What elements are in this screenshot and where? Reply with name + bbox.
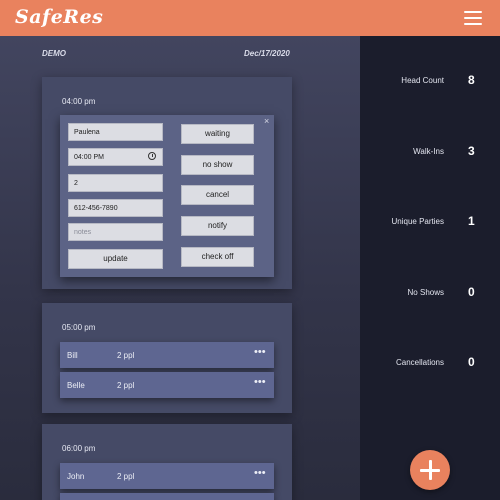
reservation-edit-form: × Paulena 04:00 PM 2 612-456-7890 notes …: [60, 115, 274, 277]
time-slot-card: 06:00 pm John 2 ppl •••: [42, 424, 292, 500]
more-options-icon[interactable]: •••: [254, 376, 266, 388]
reservation-name: Bill: [67, 351, 78, 360]
add-reservation-button[interactable]: [410, 450, 450, 490]
reservation-row[interactable]: Bill 2 ppl •••: [60, 342, 274, 368]
time-field-value: 04:00 PM: [74, 154, 104, 161]
phone-field[interactable]: 612-456-7890: [68, 199, 163, 217]
stat-value-unique-parties: 1: [468, 214, 475, 228]
notify-button[interactable]: notify: [181, 216, 254, 236]
notes-field[interactable]: notes: [68, 223, 163, 241]
no-show-button[interactable]: no show: [181, 155, 254, 175]
stat-label-no-shows: No Shows: [407, 288, 444, 297]
party-size: 2 ppl: [117, 351, 135, 360]
time-slot-card: 04:00 pm × Paulena 04:00 PM 2 612-456-78…: [42, 77, 292, 289]
stat-value-no-shows: 0: [468, 285, 475, 299]
clock-icon[interactable]: [148, 152, 156, 160]
check-off-button[interactable]: check off: [181, 247, 254, 267]
hamburger-menu-icon[interactable]: [464, 11, 482, 25]
reservation-row[interactable]: John 2 ppl •••: [60, 463, 274, 489]
party-size-field[interactable]: 2: [68, 174, 163, 192]
close-icon[interactable]: ×: [264, 116, 269, 126]
more-options-icon[interactable]: •••: [254, 346, 266, 358]
slot-time-label: 05:00 pm: [62, 323, 96, 332]
reservations-panel: DEMO Dec/17/2020 04:00 pm × Paulena 04:0…: [0, 36, 360, 500]
stat-value-cancellations: 0: [468, 355, 475, 369]
waiting-button[interactable]: waiting: [181, 124, 254, 144]
update-button[interactable]: update: [68, 249, 163, 269]
guest-name-field[interactable]: Paulena: [68, 123, 163, 141]
reservation-name: Belle: [67, 381, 85, 390]
stat-value-head-count: 8: [468, 73, 475, 87]
stat-label-head-count: Head Count: [401, 76, 444, 85]
current-date[interactable]: Dec/17/2020: [244, 49, 290, 58]
cancel-button[interactable]: cancel: [181, 185, 254, 205]
stat-label-walk-ins: Walk-Ins: [413, 147, 444, 156]
reservation-row[interactable]: Belle 2 ppl •••: [60, 372, 274, 398]
venue-name: DEMO: [42, 49, 66, 58]
reservation-row[interactable]: [60, 493, 274, 500]
stat-label-unique-parties: Unique Parties: [391, 217, 444, 226]
time-field[interactable]: 04:00 PM: [68, 148, 163, 166]
top-bar: SafeRes: [0, 0, 500, 36]
time-slot-card: 05:00 pm Bill 2 ppl ••• Belle 2 ppl •••: [42, 303, 292, 413]
party-size: 2 ppl: [117, 381, 135, 390]
stats-sidebar: Head Count 8 Walk-Ins 3 Unique Parties 1…: [360, 36, 500, 500]
reservation-name: John: [67, 472, 85, 481]
party-size: 2 ppl: [117, 472, 135, 481]
more-options-icon[interactable]: •••: [254, 467, 266, 479]
slot-time-label: 04:00 pm: [62, 97, 96, 106]
stat-label-cancellations: Cancellations: [395, 358, 444, 367]
slot-time-label: 06:00 pm: [62, 444, 96, 453]
app-logo[interactable]: SafeRes: [15, 6, 103, 28]
stat-value-walk-ins: 3: [468, 144, 475, 158]
